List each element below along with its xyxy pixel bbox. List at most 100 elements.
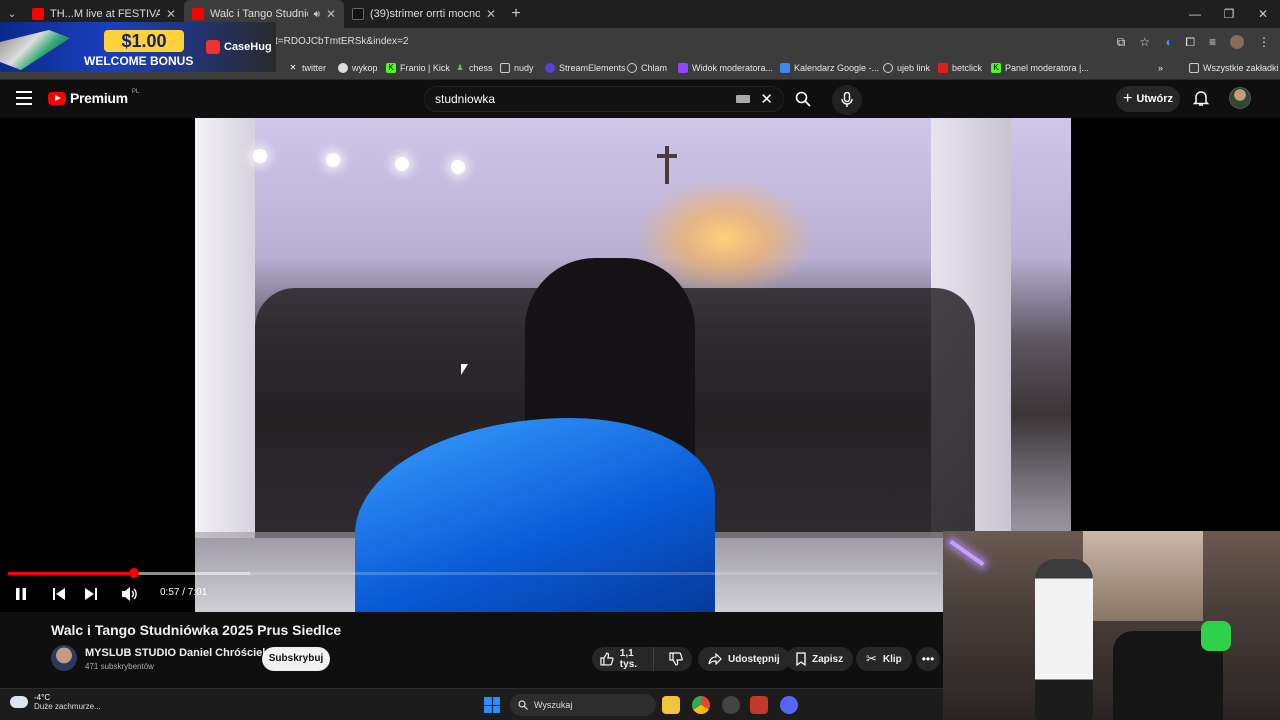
minimize-icon[interactable]: — xyxy=(1178,0,1212,28)
kick-icon: K xyxy=(991,63,1001,73)
video-title: Walc i Tango Studniówka 2025 Prus Siedlc… xyxy=(51,622,342,638)
menu-icon[interactable] xyxy=(16,91,32,105)
search-icon xyxy=(518,700,528,710)
ad-brand: CaseHug xyxy=(206,40,272,54)
next-icon xyxy=(85,588,97,600)
reading-list-icon[interactable]: ≡ xyxy=(1209,35,1216,49)
youtube-play-logo-icon xyxy=(48,91,66,105)
bookmark-wykop[interactable]: wykop xyxy=(338,56,378,80)
bookmark-chess[interactable]: ♟ chess xyxy=(455,56,492,80)
search-input[interactable]: studniowka ✕ xyxy=(424,86,784,112)
subscribe-button[interactable]: Subskrybuj xyxy=(262,647,330,671)
scissors-icon: ✂ xyxy=(866,651,877,666)
time-display: 0:57 / 7:01 xyxy=(160,587,208,598)
clear-search-icon[interactable]: ✕ xyxy=(760,90,773,108)
discord-icon[interactable] xyxy=(780,696,798,714)
close-tab-icon[interactable]: ✕ xyxy=(486,7,496,21)
like-button[interactable]: 1,1 tys. xyxy=(592,647,655,671)
app-icon[interactable] xyxy=(750,696,768,714)
logo-text: Premium xyxy=(70,90,128,106)
bookmark-ujeb-link[interactable]: ujeb link xyxy=(883,56,930,80)
all-bookmarks[interactable]: Wszystkie zakładki xyxy=(1189,56,1279,80)
casehug-logo-icon xyxy=(206,40,220,54)
scrubber-handle[interactable] xyxy=(129,568,139,578)
weather-description: Duże zachmurze... xyxy=(34,702,101,711)
streamelements-icon xyxy=(545,63,555,73)
close-window-icon[interactable]: ✕ xyxy=(1246,0,1280,28)
address-bar-actions: ⧉ ☆ ◖ ⧠ ≡ ⋮ xyxy=(1117,28,1270,56)
ad-text: WELCOME BONUS xyxy=(84,54,194,68)
windows-taskbar: -4°C Duże zachmurze... Wyszukaj xyxy=(0,688,943,720)
previous-button[interactable] xyxy=(50,585,68,603)
search-button[interactable] xyxy=(786,86,820,112)
more-actions-icon[interactable]: ••• xyxy=(916,647,940,671)
browser-tab[interactable]: (39)strimer orrti mocno o Leka... ✕ xyxy=(344,0,504,28)
bookmark-star-icon[interactable]: ☆ xyxy=(1139,35,1150,49)
bookmark-streamelements[interactable]: StreamElements xyxy=(545,56,626,80)
search-icon xyxy=(795,91,811,107)
subscriber-count: 471 subskrybentów xyxy=(85,662,154,671)
keyboard-icon[interactable] xyxy=(736,95,751,103)
extension-icon[interactable]: ◖ xyxy=(1164,35,1171,49)
bookmark-widok-moderatora[interactable]: Widok moderatora... xyxy=(678,56,773,80)
extensions-puzzle-icon[interactable]: ⧠ xyxy=(1185,35,1195,50)
twitch-icon xyxy=(678,63,688,73)
close-tab-icon[interactable]: ✕ xyxy=(166,7,176,21)
volume-icon xyxy=(122,587,137,601)
streamer-webcam-overlay xyxy=(943,531,1280,720)
bookmark-icon xyxy=(796,652,806,666)
install-app-icon[interactable]: ⧉ xyxy=(1117,35,1126,50)
create-button[interactable]: + Utwórz xyxy=(1116,86,1180,112)
chrome-icon[interactable] xyxy=(692,696,710,714)
seek-bar[interactable] xyxy=(8,568,938,578)
close-tab-icon[interactable]: ✕ xyxy=(326,7,336,21)
folder-icon xyxy=(500,63,510,73)
speaker-icon[interactable]: 🔊︎ xyxy=(314,9,320,20)
bookmark-kalendarz[interactable]: Kalendarz Google -... xyxy=(780,56,879,80)
new-tab-icon[interactable]: + xyxy=(504,5,528,23)
tab-title: (39)strimer orrti mocno o Leka... xyxy=(370,8,480,20)
browser-menu-icon[interactable]: ⋮ xyxy=(1258,35,1270,49)
bookmarks-overflow-icon[interactable]: » xyxy=(1158,56,1163,80)
url-field[interactable]: st=RDOJCbTmtERSk&index=2 xyxy=(270,28,408,56)
bookmark-chlam[interactable]: Chlam xyxy=(627,56,667,80)
globe-icon xyxy=(883,63,893,73)
share-button[interactable]: Udostępnij xyxy=(698,647,790,671)
crucifix-graphic xyxy=(657,146,677,184)
joystick-app-icon[interactable] xyxy=(722,696,740,714)
taskbar-search[interactable]: Wyszukaj xyxy=(510,694,656,716)
notifications-bell-icon[interactable] xyxy=(1192,89,1210,107)
globe-icon xyxy=(627,63,637,73)
bookmark-twitter[interactable]: ✕ twitter xyxy=(288,56,326,80)
youtube-premium-logo[interactable]: Premium PL xyxy=(48,89,139,106)
casehug-ad-banner[interactable]: $1.00 WELCOME BONUS CaseHug xyxy=(0,22,276,72)
video-frame[interactable] xyxy=(195,118,1071,612)
kick-icon: K xyxy=(386,63,396,73)
next-button[interactable] xyxy=(82,585,100,603)
weather-widget[interactable]: -4°C Duże zachmurze... xyxy=(6,692,101,711)
pause-button[interactable] xyxy=(12,585,30,603)
account-avatar[interactable] xyxy=(1229,87,1251,109)
dislike-button[interactable] xyxy=(660,647,692,671)
mute-button[interactable] xyxy=(121,585,139,603)
profile-avatar[interactable] xyxy=(1230,35,1244,49)
bookmark-panel-moderatora[interactable]: K Panel moderatora |... xyxy=(991,56,1089,80)
channel-name[interactable]: MYSLUB STUDIO Daniel Chróściel xyxy=(85,647,265,659)
save-button[interactable]: Zapisz xyxy=(786,647,854,671)
calendar-icon xyxy=(780,63,790,73)
youtube-favicon-icon xyxy=(32,8,44,20)
player-controls: 0:57 / 7:01 xyxy=(0,580,940,608)
voice-search-button[interactable] xyxy=(832,85,862,115)
ad-amount: $1.00 xyxy=(104,30,184,52)
channel-avatar[interactable] xyxy=(51,645,77,671)
thumbs-up-icon xyxy=(600,652,614,666)
restore-icon[interactable]: ❐ xyxy=(1212,0,1246,28)
bookmark-folder-nudy[interactable]: nudy xyxy=(500,56,534,80)
window-controls: — ❐ ✕ xyxy=(1178,0,1280,28)
windows-start-icon[interactable] xyxy=(484,697,500,713)
bookmark-betclick[interactable]: betclick xyxy=(938,56,982,80)
clip-button[interactable]: ✂ Klip xyxy=(856,647,912,671)
previous-icon xyxy=(53,588,65,600)
file-explorer-icon[interactable] xyxy=(662,696,680,714)
bookmark-kick[interactable]: K Franio | Kick xyxy=(386,56,450,80)
